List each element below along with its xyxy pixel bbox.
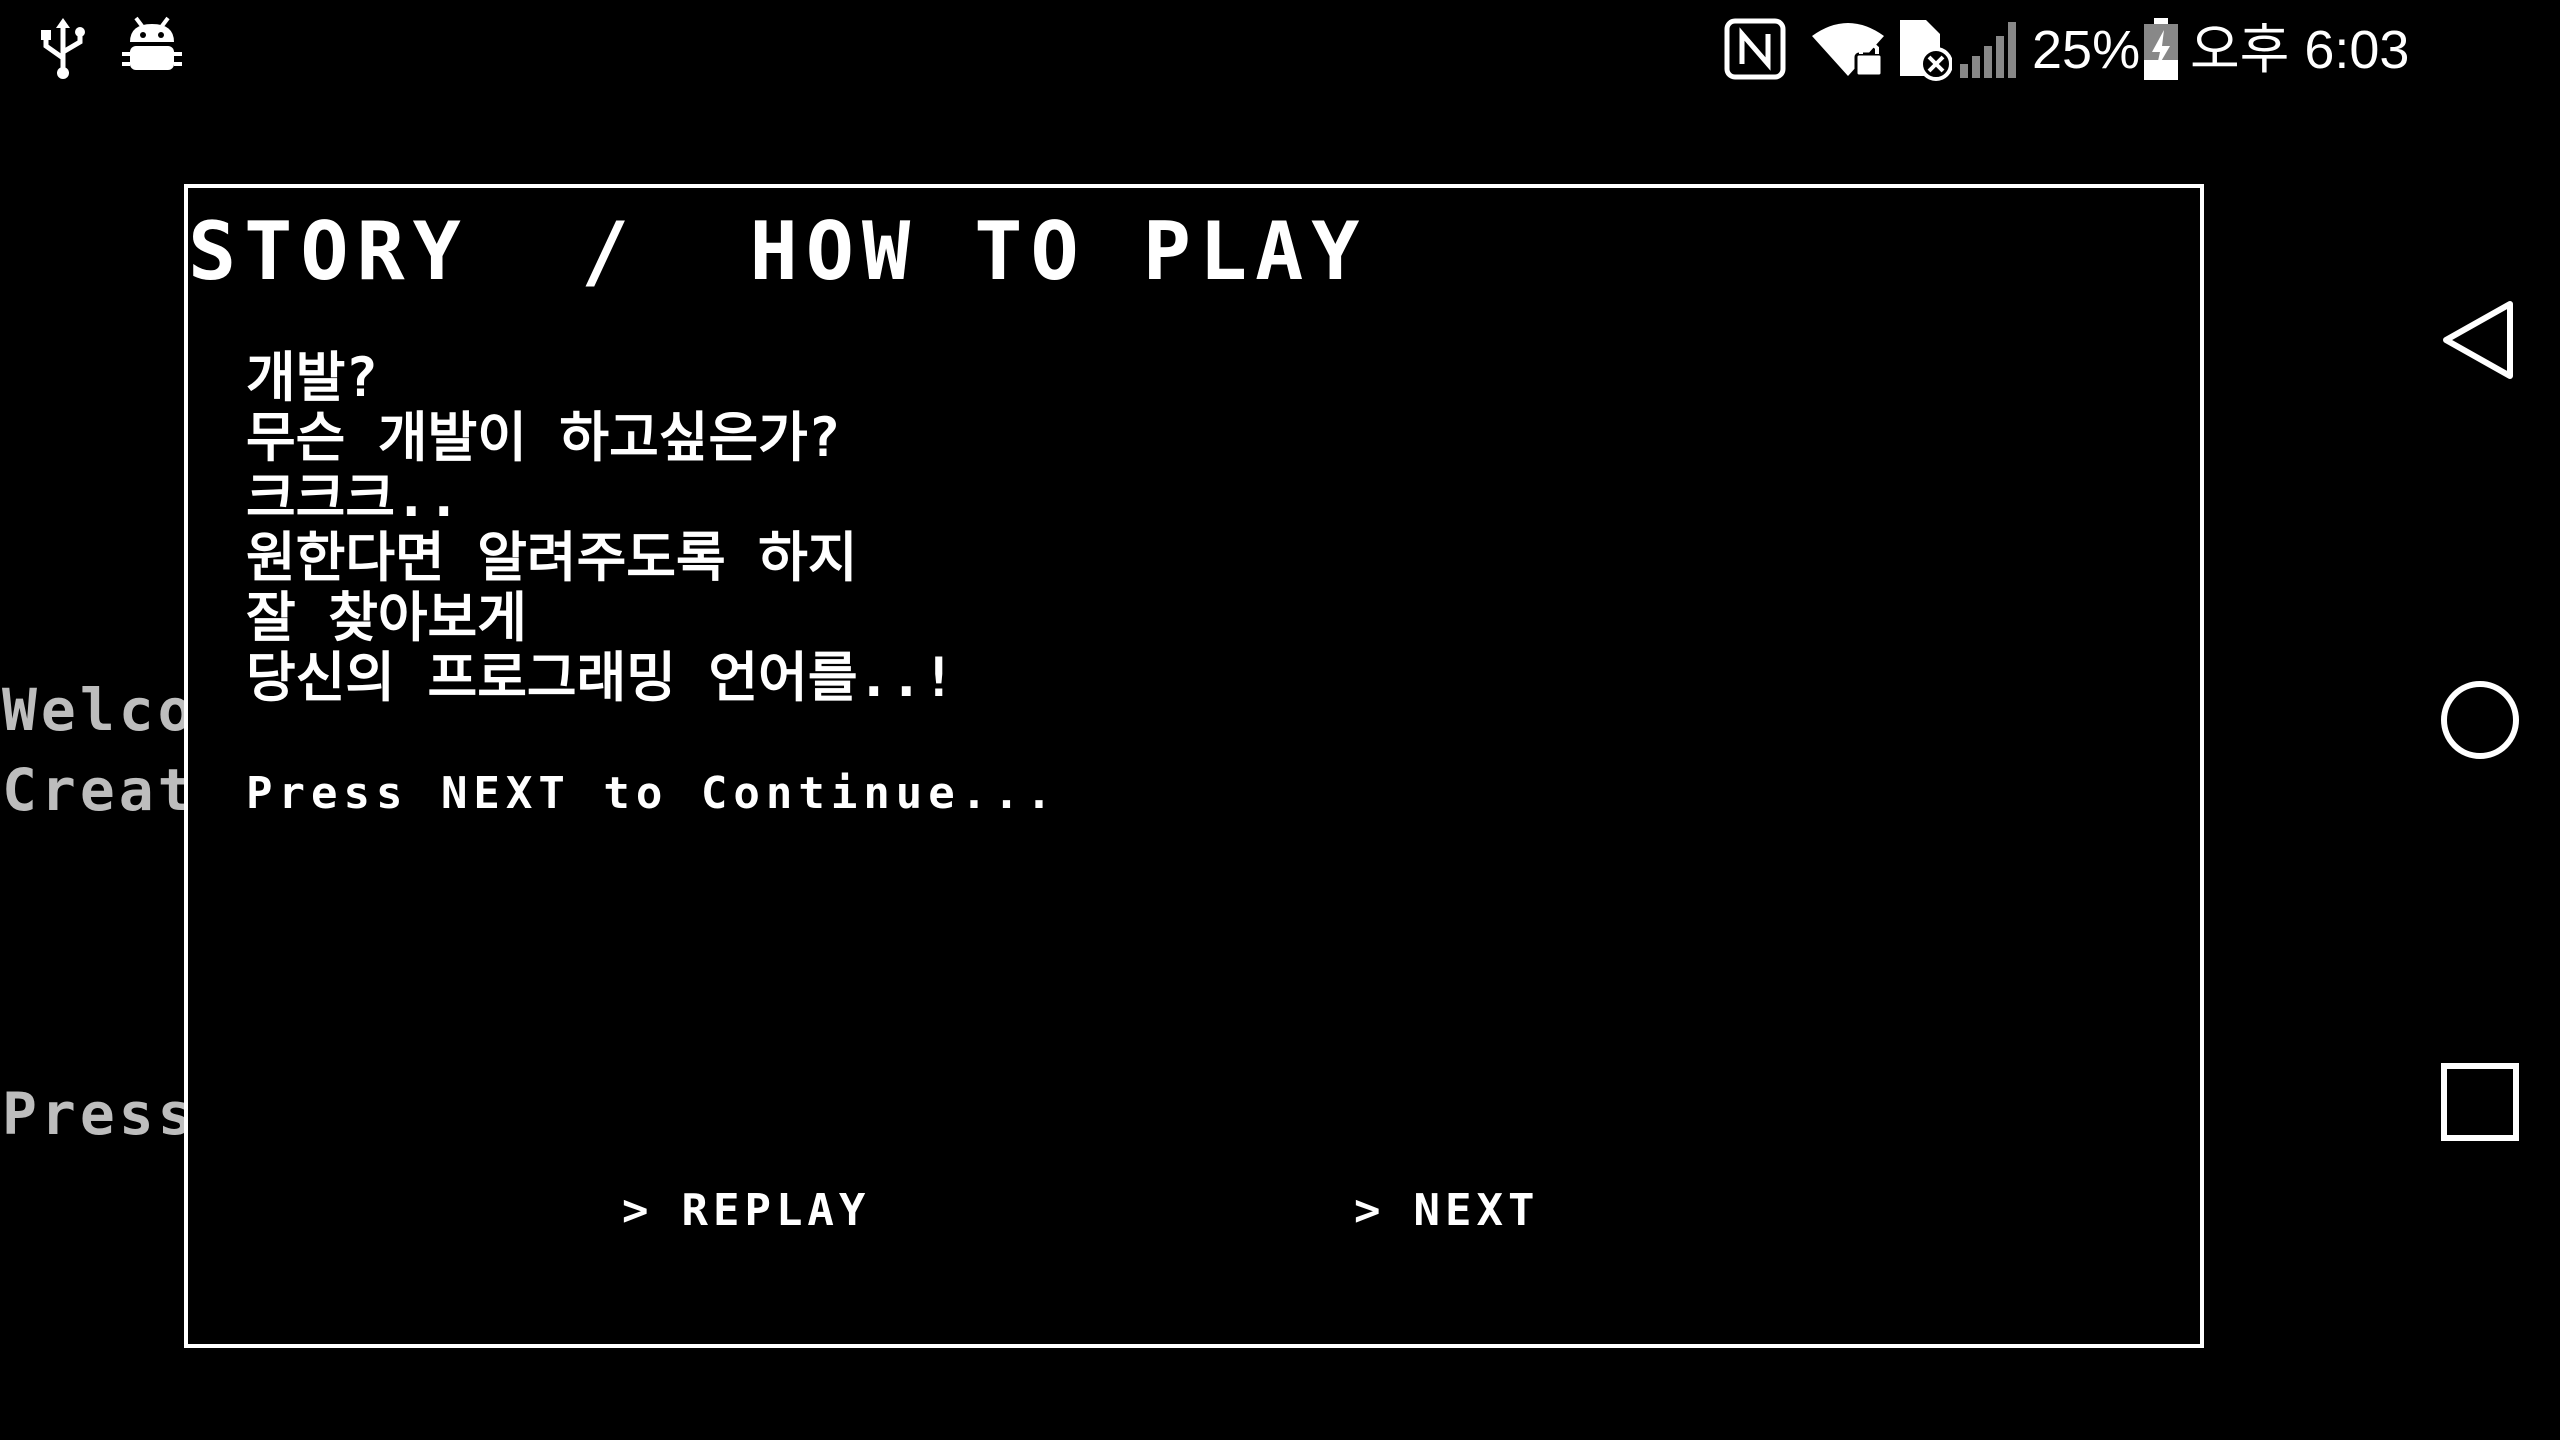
wifi-lock-icon — [1812, 23, 1884, 78]
next-label: NEXT — [1413, 1185, 1540, 1236]
usb-icon — [41, 18, 85, 79]
continue-hint: Press NEXT to Continue... — [246, 768, 1059, 819]
chevron-right-icon: > — [621, 1185, 654, 1236]
background-press-text: Press — [2, 1080, 197, 1148]
dialog-title: STORY / HOW TO PLAY — [188, 205, 1368, 298]
nfc-icon — [1724, 18, 1786, 80]
replay-label: REPLAY — [681, 1185, 871, 1236]
story-line: 당신의 프로그래밍 언어를..! — [246, 646, 956, 709]
recents-icon[interactable] — [2436, 1058, 2524, 1146]
story-line: 원한다면 알려주도록 하지 — [246, 526, 858, 589]
story-text: 개발? 무슨 개발이 하고싶은가? 크크크.. 원한다면 알려주도록 하지 잘 … — [246, 348, 955, 708]
story-line: 잘 찾아보게 — [246, 586, 527, 649]
signal-icon — [1960, 22, 2016, 78]
next-button[interactable]: > NEXT — [1228, 1134, 1539, 1287]
battery-percentage: 25% — [2032, 20, 2141, 80]
back-icon[interactable] — [2436, 296, 2524, 384]
sim-error-icon — [1900, 20, 1952, 81]
android-debug-icon — [122, 16, 182, 70]
navigation-bar — [2400, 0, 2560, 1440]
story-line: 개발? — [246, 346, 378, 409]
story-line: 무슨 개발이 하고싶은가? — [246, 406, 841, 469]
clock: 오후 6:03 — [2190, 20, 2410, 80]
status-bar: 25% 오후 6:03 — [0, 0, 2409, 100]
story-line: 크크크.. — [246, 466, 461, 529]
chevron-right-icon: > — [1353, 1185, 1386, 1236]
home-icon[interactable] — [2436, 676, 2524, 764]
replay-button[interactable]: > REPLAY — [496, 1134, 870, 1287]
battery-charging-icon — [2144, 18, 2178, 80]
story-dialog: STORY / HOW TO PLAY 개발? 무슨 개발이 하고싶은가? 크크… — [184, 184, 2204, 1348]
